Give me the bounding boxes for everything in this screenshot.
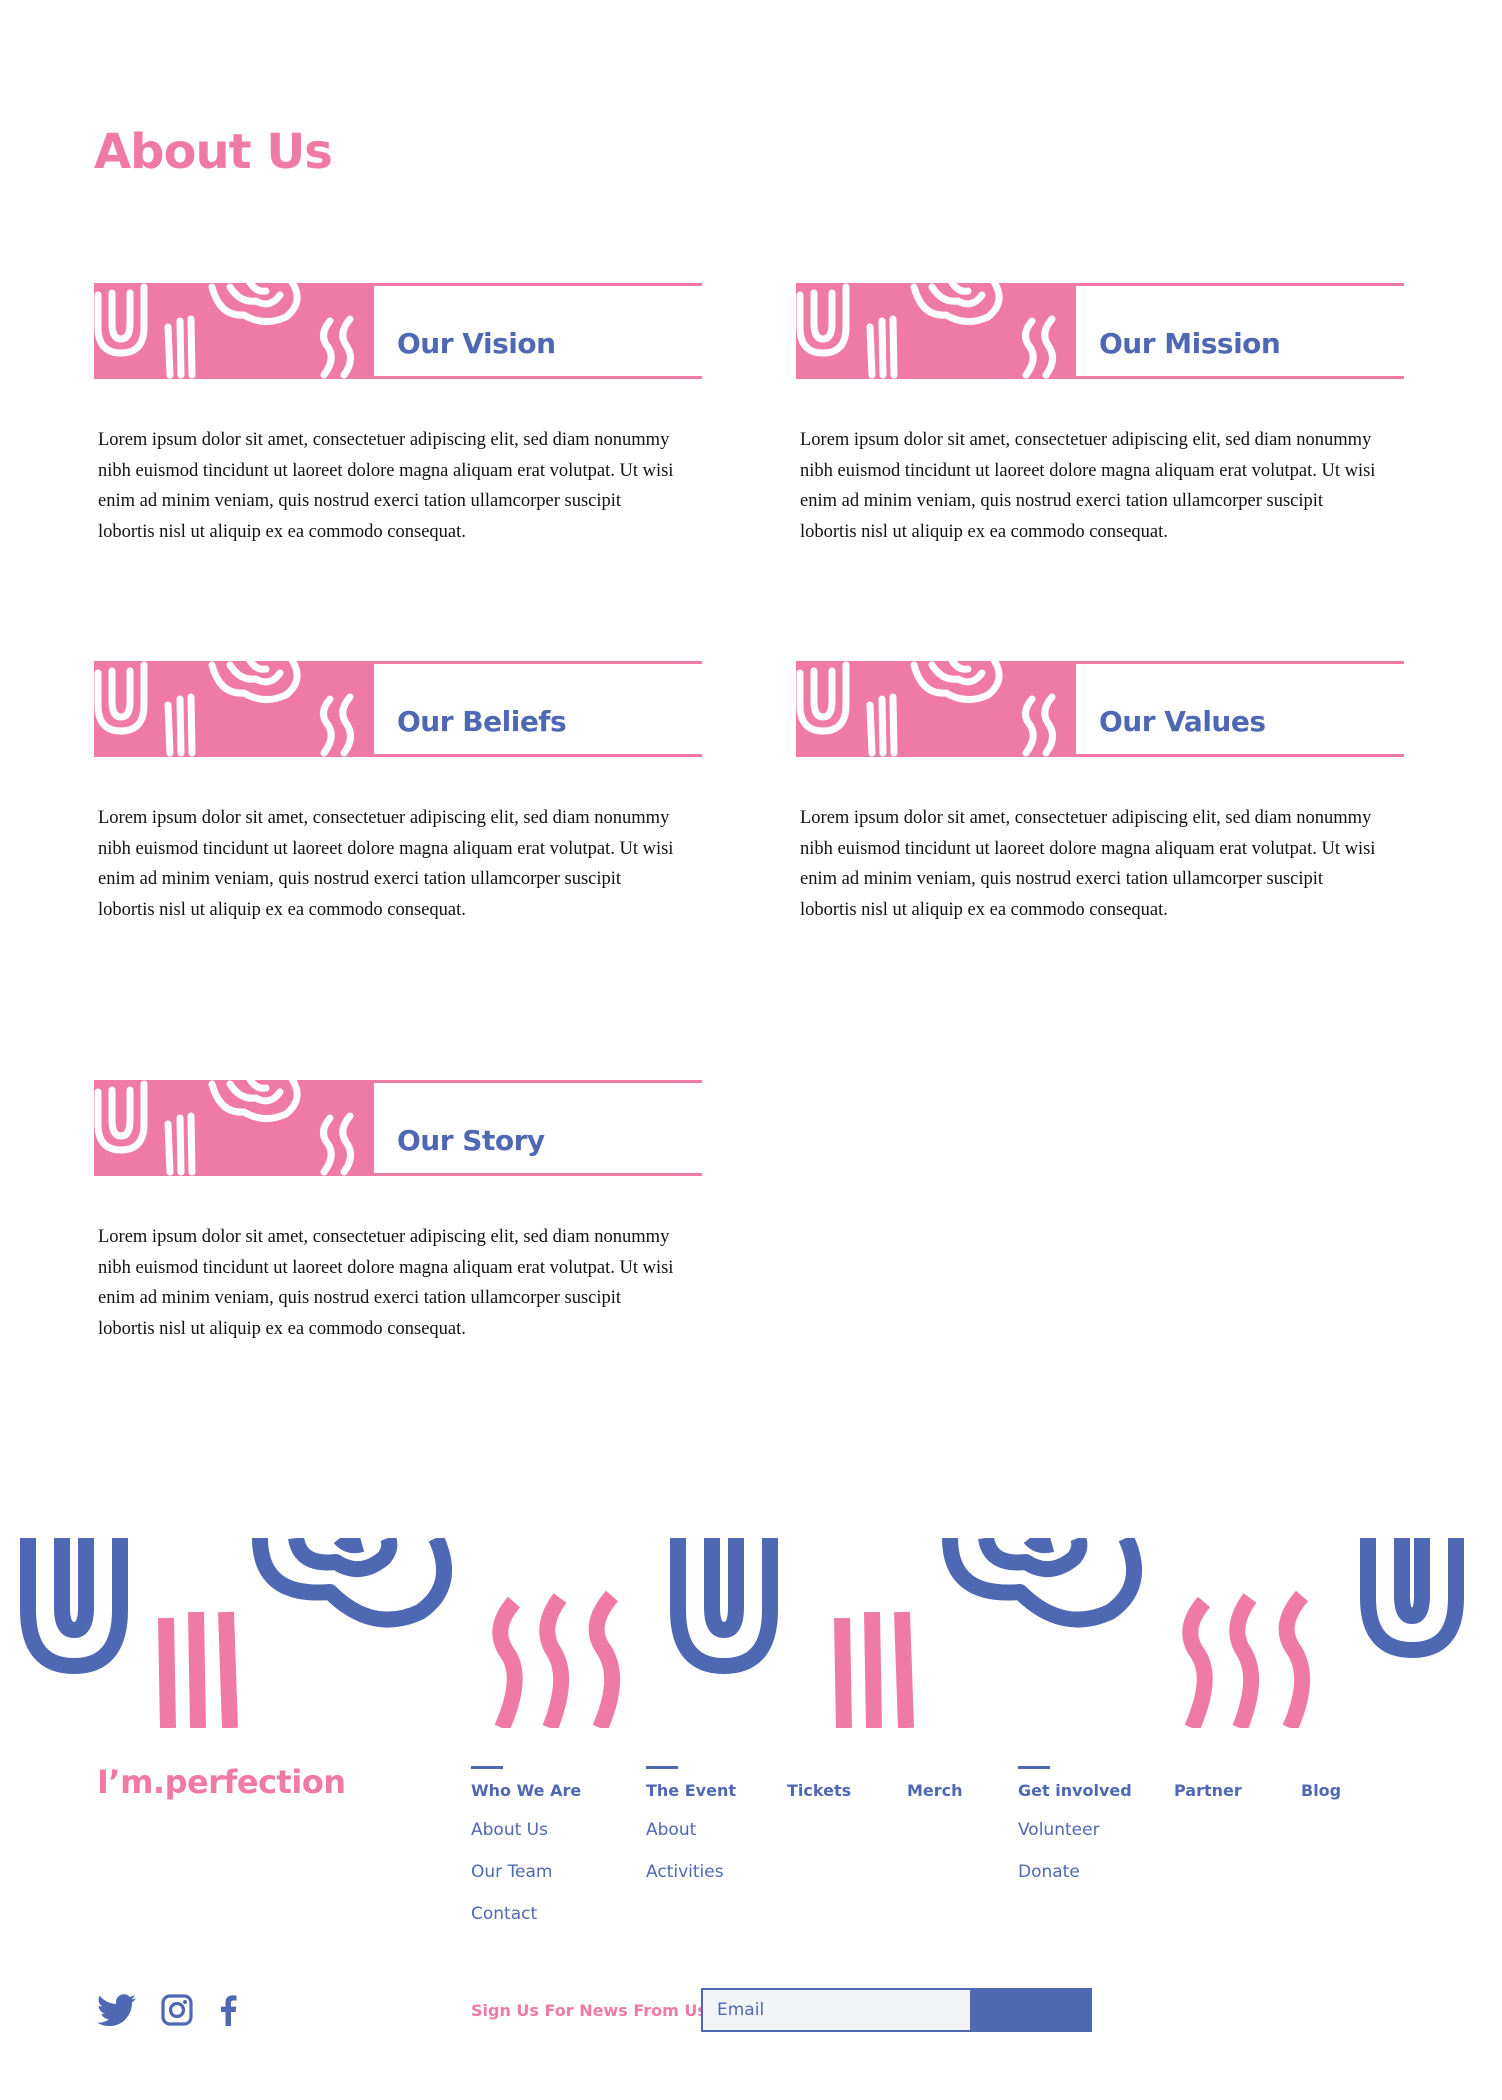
footer-nav-heading[interactable]: Who We Are [471, 1781, 581, 1800]
section-banner: Our Values [796, 661, 1404, 757]
footer-nav-tickets: Tickets [787, 1766, 851, 1800]
footer-nav-who-we-are: Who We Are About Us Our Team Contact [471, 1766, 581, 1926]
section-our-story: Our Story Lorem ipsum dolor sit amet, co… [94, 1080, 702, 1363]
newsletter-label: Sign Us For News From Us [471, 2001, 707, 2020]
footer-link-donate[interactable]: Donate [1018, 1860, 1132, 1884]
section-body: Lorem ipsum dolor sit amet, consectetuer… [98, 430, 674, 542]
decorative-pattern-icon [94, 283, 374, 379]
section-body: Lorem ipsum dolor sit amet, consectetuer… [98, 808, 674, 920]
section-our-values: Our Values Lorem ipsum dolor sit amet, c… [796, 661, 1404, 944]
newsletter-submit-button[interactable] [970, 1988, 1092, 2032]
section-our-vision: Our Vision Lorem ipsum dolor sit amet, c… [94, 283, 702, 566]
section-banner: Our Mission [796, 283, 1404, 379]
footer-nav-get-involved: Get involved Volunteer Donate [1018, 1766, 1132, 1884]
section-title: Our Vision [397, 327, 556, 360]
section-our-beliefs: Our Beliefs Lorem ipsum dolor sit amet, … [94, 661, 702, 944]
footer-link-about-us[interactable]: About Us [471, 1818, 581, 1842]
decorative-pattern-icon [94, 1080, 374, 1176]
page-title: About Us [94, 124, 333, 180]
section-title: Our Story [397, 1124, 545, 1157]
section-banner: Our Story [94, 1080, 702, 1176]
footer-nav-heading[interactable]: The Event [646, 1781, 736, 1800]
section-body: Lorem ipsum dolor sit amet, consectetuer… [800, 430, 1376, 542]
section-body: Lorem ipsum dolor sit amet, consectetuer… [98, 1227, 674, 1339]
section-title: Our Mission [1099, 327, 1281, 360]
decorative-pattern-icon [796, 283, 1076, 379]
section-banner: Our Vision [94, 283, 702, 379]
footer-nav-heading[interactable]: Tickets [787, 1781, 851, 1800]
footer-nav-the-event: The Event About Activities [646, 1766, 736, 1884]
section-body: Lorem ipsum dolor sit amet, consectetuer… [800, 808, 1376, 920]
section-our-mission: Our Mission Lorem ipsum dolor sit amet, … [796, 283, 1404, 566]
footer-link-about[interactable]: About [646, 1818, 736, 1842]
footer-pattern-icon [20, 1538, 1464, 1728]
twitter-icon[interactable] [97, 1994, 137, 2026]
footer-link-volunteer[interactable]: Volunteer [1018, 1818, 1132, 1842]
instagram-icon[interactable] [161, 1994, 193, 2026]
footer-nav-merch: Merch [907, 1766, 963, 1800]
footer-nav-blog: Blog [1301, 1766, 1341, 1800]
footer-nav-heading[interactable]: Partner [1174, 1781, 1242, 1800]
footer-link-activities[interactable]: Activities [646, 1860, 736, 1884]
facebook-icon[interactable] [218, 1994, 238, 2026]
footer-nav-heading[interactable]: Merch [907, 1781, 963, 1800]
footer-nav-heading[interactable]: Get involved [1018, 1781, 1132, 1800]
footer-nav-partner: Partner [1174, 1766, 1242, 1800]
decorative-pattern-icon [94, 661, 374, 757]
footer-nav-heading[interactable]: Blog [1301, 1781, 1341, 1800]
footer-link-our-team[interactable]: Our Team [471, 1860, 581, 1884]
footer-brand-logo[interactable]: I’m.perfection [97, 1763, 346, 1801]
footer-link-contact[interactable]: Contact [471, 1902, 581, 1926]
section-title: Our Beliefs [397, 705, 567, 738]
decorative-pattern-icon [796, 661, 1076, 757]
section-banner: Our Beliefs [94, 661, 702, 757]
section-title: Our Values [1099, 705, 1266, 738]
email-input[interactable] [701, 1988, 970, 2032]
